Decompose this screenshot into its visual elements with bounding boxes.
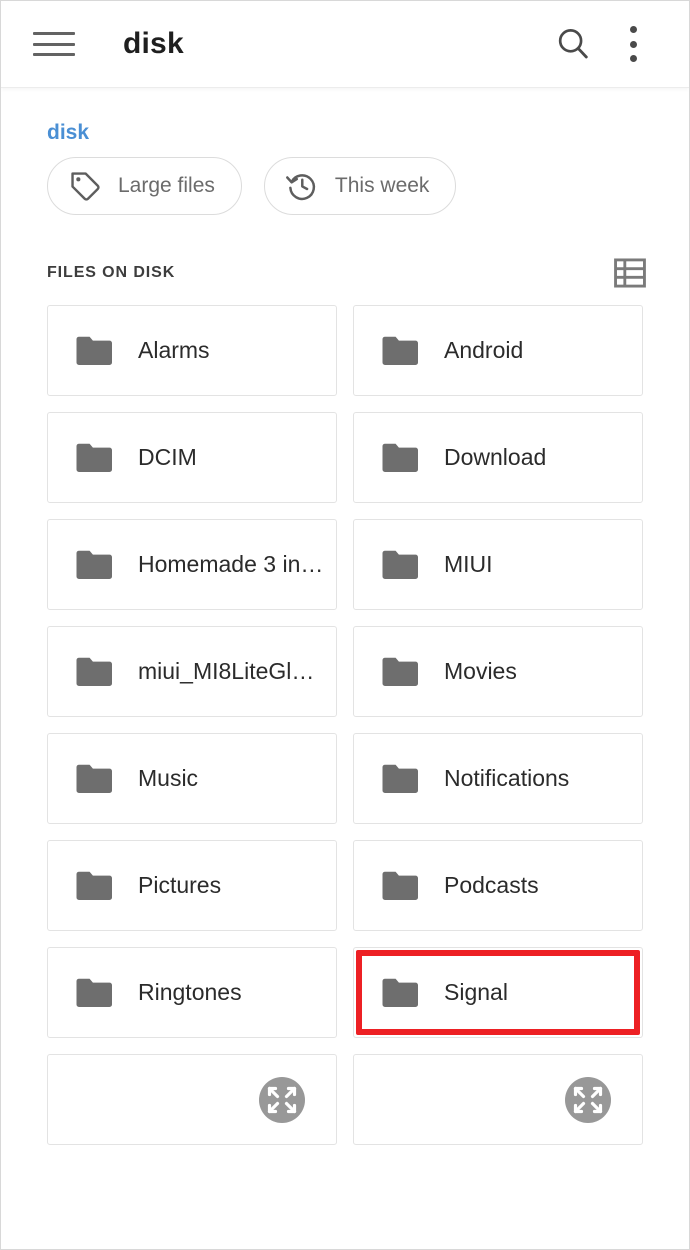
expand-arrows-icon[interactable] (564, 1076, 612, 1124)
folder-name: miui_MI8LiteGl… (138, 658, 315, 684)
folder-name: Homemade 3 in… (138, 551, 324, 577)
folder-name: Podcasts (444, 872, 539, 898)
folder-card-android[interactable]: Android (353, 305, 643, 396)
folder-icon (76, 443, 112, 472)
more-vertical-icon (629, 26, 637, 62)
filter-chip-row: Large files This week (1, 145, 689, 215)
folder-card-homemade[interactable]: Homemade 3 in… (47, 519, 337, 610)
breadcrumb-item-disk[interactable]: disk (47, 121, 89, 144)
folder-card-pictures[interactable]: Pictures (47, 840, 337, 931)
folder-icon (382, 550, 418, 579)
folder-card-download[interactable]: Download (353, 412, 643, 503)
folder-card-partial-right[interactable] (353, 1054, 643, 1145)
folder-name: Download (444, 444, 547, 470)
folder-card-podcasts[interactable]: Podcasts (353, 840, 643, 931)
folder-name: Ringtones (138, 979, 242, 1005)
folder-name: Pictures (138, 872, 222, 898)
section-header: FILES ON DISK (1, 215, 689, 289)
filter-chip-label: This week (334, 174, 430, 197)
section-title: FILES ON DISK (47, 264, 176, 281)
folder-icon (382, 443, 418, 472)
file-manager-screen: disk disk Large files This week FILES ON… (0, 0, 690, 1250)
folder-name: Alarms (138, 337, 210, 363)
folder-name: Android (444, 337, 524, 363)
expand-arrows-icon[interactable] (258, 1076, 306, 1124)
folder-icon (76, 978, 112, 1007)
filter-chip-label: Large files (118, 174, 215, 197)
folder-icon (382, 657, 418, 686)
filter-chip-this-week[interactable]: This week (263, 157, 457, 215)
history-clock-icon (285, 174, 315, 201)
folder-card-signal[interactable]: Signal (353, 947, 643, 1038)
folder-name: MIUI (444, 551, 493, 577)
folder-name: DCIM (138, 444, 197, 470)
folder-icon (76, 657, 112, 686)
folder-grid: Alarms Android DCIM Download Homemade 3 (1, 289, 689, 1145)
filter-chip-large-files[interactable]: Large files (47, 157, 242, 215)
hamburger-menu-icon[interactable] (33, 29, 75, 59)
folder-icon (382, 871, 418, 900)
folder-card-alarms[interactable]: Alarms (47, 305, 337, 396)
folder-card-miui-rom[interactable]: miui_MI8LiteGl… (47, 626, 337, 717)
page-title: disk (123, 27, 184, 60)
folder-icon (76, 871, 112, 900)
folder-name: Movies (444, 658, 517, 684)
tag-icon (71, 172, 100, 201)
folder-name: Signal (444, 979, 508, 1005)
folder-icon (76, 764, 112, 793)
overflow-menu-button[interactable] (603, 14, 663, 74)
folder-card-movies[interactable]: Movies (353, 626, 643, 717)
folder-icon (76, 336, 112, 365)
search-button[interactable] (543, 14, 603, 74)
folder-card-ringtones[interactable]: Ringtones (47, 947, 337, 1038)
folder-name: Notifications (444, 765, 570, 791)
folder-icon (382, 764, 418, 793)
breadcrumb: disk (1, 87, 689, 145)
folder-icon (76, 550, 112, 579)
folder-name: Music (138, 765, 199, 791)
folder-icon (382, 336, 418, 365)
folder-card-notifications[interactable]: Notifications (353, 733, 643, 824)
search-icon (558, 29, 588, 59)
folder-card-miui[interactable]: MIUI (353, 519, 643, 610)
folder-card-music[interactable]: Music (47, 733, 337, 824)
folder-card-partial-left[interactable] (47, 1054, 337, 1145)
folder-card-dcim[interactable]: DCIM (47, 412, 337, 503)
list-view-icon[interactable] (613, 258, 647, 288)
app-bar: disk (1, 1, 689, 87)
folder-icon (382, 978, 418, 1007)
